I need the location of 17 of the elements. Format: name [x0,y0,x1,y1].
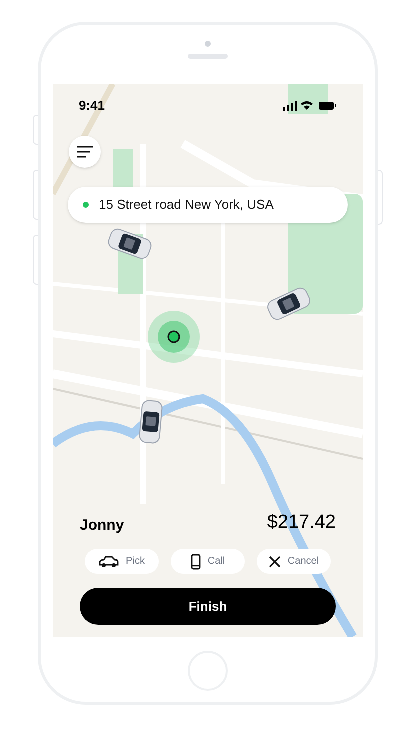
car-icon [99,556,120,568]
speaker-grille [188,54,228,59]
car-icon [137,399,165,445]
rider-name: Jonny [80,516,124,536]
status-time: 9:41 [79,97,106,115]
status-icons [283,100,337,112]
location-marker-icon [148,311,200,363]
action-button[interactable]: Cancel [257,549,331,574]
fare-amount: $217.42 [267,510,336,534]
destination-field[interactable]: 15 Street road New York, USA [68,186,348,222]
phone-icon [190,554,201,570]
action-button[interactable]: Pick [85,549,159,574]
destination-text: 15 Street road New York, USA [99,196,274,214]
finish-button[interactable]: Finish [80,588,336,625]
action-button[interactable]: Call [171,549,245,574]
close-icon [268,556,281,568]
menu-icon [77,146,93,158]
